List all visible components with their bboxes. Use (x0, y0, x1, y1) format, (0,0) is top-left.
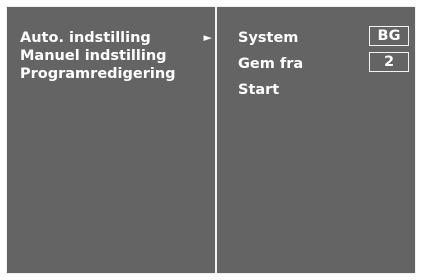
panel-divider (215, 7, 217, 273)
start-button[interactable]: Start (238, 81, 279, 99)
menu-item-auto-tuning[interactable]: Auto. indstilling ► (20, 29, 212, 47)
start-row[interactable]: Start (238, 81, 413, 107)
menu-item-label: Auto. indstilling (20, 30, 151, 46)
main-menu: Auto. indstilling ► Manuel indstilling P… (20, 29, 212, 83)
system-value[interactable]: BG (369, 26, 409, 46)
store-from-label: Gem fra (238, 56, 304, 72)
menu-item-label: Programredigering (20, 66, 176, 82)
store-from-row[interactable]: Gem fra 2 (238, 52, 413, 81)
auto-tuning-panel: System BG Gem fra 2 Start (238, 26, 413, 107)
menu-item-label: Manuel indstilling (20, 48, 167, 64)
store-from-value[interactable]: 2 (369, 52, 409, 72)
menu-item-manual-tuning[interactable]: Manuel indstilling (20, 47, 210, 65)
tv-menu-screen: Auto. indstilling ► Manuel indstilling P… (6, 6, 416, 274)
menu-item-program-edit[interactable]: Programredigering (20, 65, 210, 83)
arrow-right-icon: ► (203, 31, 212, 44)
system-label: System (238, 30, 299, 46)
